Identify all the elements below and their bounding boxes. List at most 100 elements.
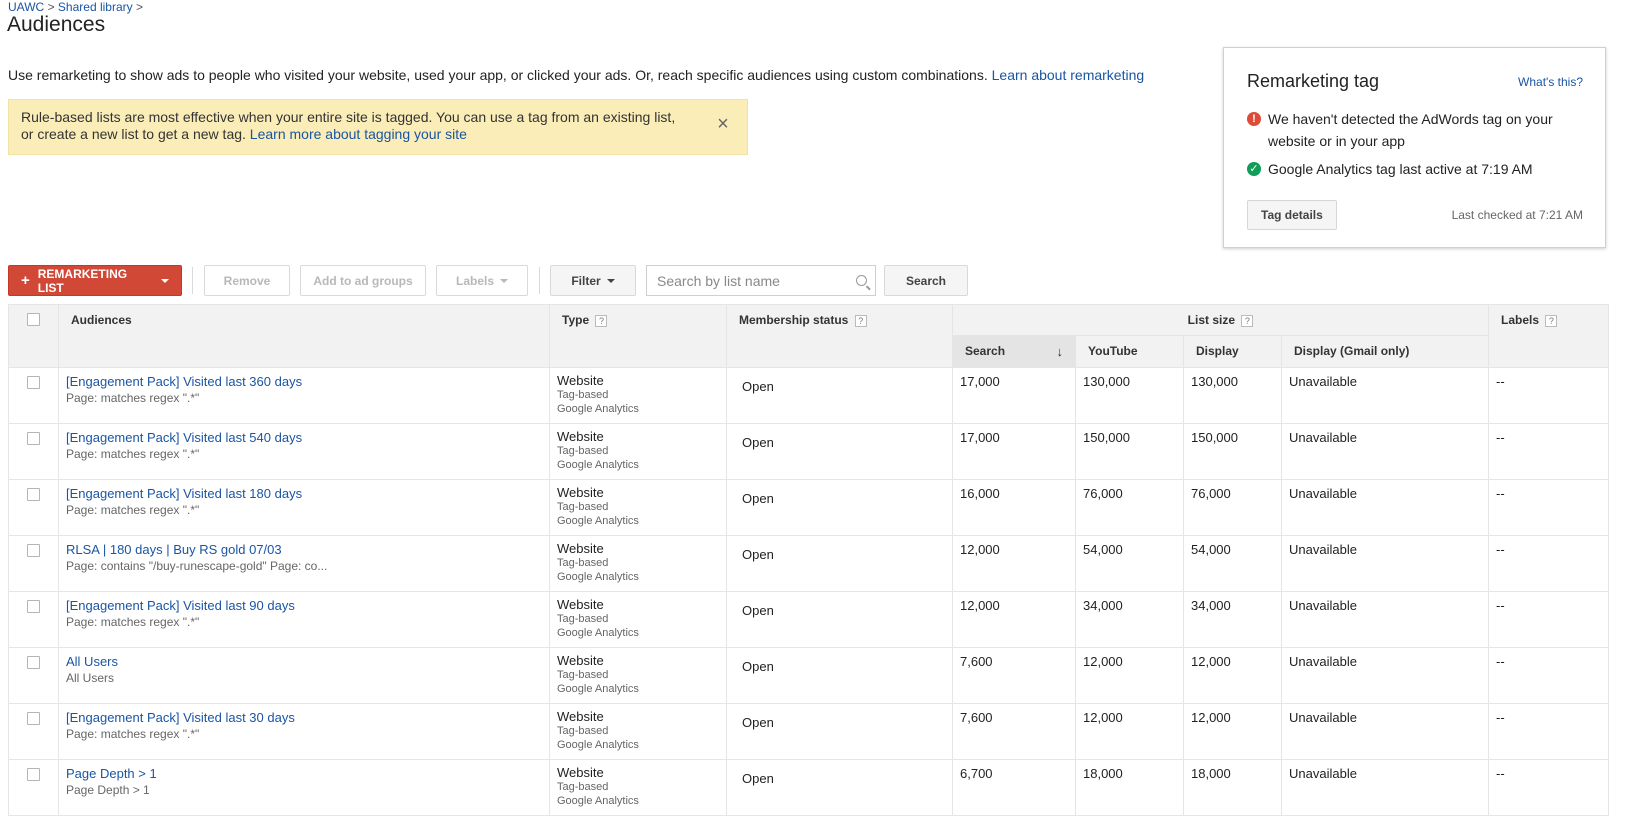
audience-rule: Page: matches regex ".*" [66,503,200,517]
table-row: [Engagement Pack] Visited last 30 days Pa… [8,703,1610,760]
toolbar: + REMARKETING LIST Remove Add to ad grou… [8,265,1008,296]
audience-cell: Page Depth > 1 Page Depth > 1 [58,759,550,816]
type-source-label: Google Analytics [557,739,639,751]
remove-button[interactable]: Remove [204,265,290,296]
intro-description: Use remarketing to show ads to people wh… [8,67,988,83]
table-row: [Engagement Pack] Visited last 90 days Pa… [8,591,1610,648]
youtube-size-cell: 34,000 [1075,591,1184,648]
select-all-checkbox[interactable] [27,313,40,326]
help-icon[interactable]: ? [1241,315,1254,327]
labels-cell: -- [1488,647,1610,704]
type-label: Website [557,709,604,724]
help-icon[interactable]: ? [1545,315,1558,327]
search-size-cell: 16,000 [952,479,1076,536]
row-checkbox[interactable] [27,544,40,557]
row-checkbox[interactable] [27,768,40,781]
search-size-cell: 7,600 [952,647,1076,704]
type-cell: Website Tag-based Google Analytics [549,423,727,480]
tag-details-button[interactable]: Tag details [1247,200,1337,230]
type-source-label: Google Analytics [557,571,639,583]
audience-cell: RLSA | 180 days | Buy RS gold 07/03 Page:… [58,535,550,592]
gmail-size-cell: Unavailable [1280,591,1490,648]
row-checkbox[interactable] [27,488,40,501]
search-size-cell: 12,000 [952,535,1076,592]
type-label: Website [557,653,604,668]
type-source-label: Google Analytics [557,459,639,471]
type-cell: Website Tag-based Google Analytics [549,535,727,592]
audience-name-link[interactable]: Page Depth > 1 [66,766,542,782]
breadcrumb-separator: > [135,0,143,14]
whats-this-link[interactable]: What's this? [1518,75,1583,89]
labels-button-label: Labels [455,273,494,288]
tag-card-title: Remarketing tag [1247,71,1380,91]
learn-more-tagging-link[interactable]: Learn more about tagging your site [250,126,467,142]
caret-down-icon [161,278,169,283]
header-list-size-label: List size [1187,313,1236,327]
row-checkbox[interactable] [27,432,40,445]
type-sub-label: Tag-based [557,725,609,737]
remarketing-tag-card: Remarketing tag What's this? ! We haven'… [1223,47,1606,248]
audience-name-link[interactable]: All Users [66,654,542,670]
header-display[interactable]: Display [1183,335,1282,368]
check-icon: ✓ [1247,162,1261,176]
youtube-size-cell: 12,000 [1075,703,1184,760]
audience-rule: Page Depth > 1 [66,783,150,797]
learn-about-remarketing-link[interactable]: Learn about remarketing [992,67,1145,83]
last-checked-text: Last checked at 7:21 AM [1451,208,1583,222]
header-audiences[interactable]: Audiences [58,304,550,368]
search-icon[interactable] [856,275,867,286]
breadcrumb: UAWC > Shared library > [8,0,143,14]
header-labels[interactable]: Labels ? [1488,304,1610,368]
table-row: Page Depth > 1 Page Depth > 1 Website Tag-b… [8,759,1610,816]
search-input[interactable] [657,272,837,289]
audience-cell: All Users All Users [58,647,550,704]
row-select-cell [8,703,59,760]
row-checkbox[interactable] [27,656,40,669]
audience-name-link[interactable]: [Engagement Pack] Visited last 360 days [66,374,542,390]
row-select-cell [8,535,59,592]
search-button[interactable]: Search [884,265,968,296]
membership-status: Open [742,659,774,674]
audience-cell: [Engagement Pack] Visited last 90 days Pa… [58,591,550,648]
labels-cell: -- [1488,703,1610,760]
help-icon[interactable]: ? [595,315,608,327]
header-type[interactable]: Type ? [549,304,727,368]
audience-name-link[interactable]: [Engagement Pack] Visited last 540 days [66,430,542,446]
remarketing-list-button[interactable]: + REMARKETING LIST [8,265,182,296]
tag-status-ok: ✓ Google Analytics tag last active at 7:… [1247,158,1533,180]
add-to-ad-groups-button[interactable]: Add to ad groups [300,265,426,296]
audience-name-link[interactable]: RLSA | 180 days | Buy RS gold 07/03 [66,542,542,558]
row-checkbox[interactable] [27,600,40,613]
membership-status: Open [742,547,774,562]
row-checkbox[interactable] [27,376,40,389]
audience-cell: [Engagement Pack] Visited last 180 days P… [58,479,550,536]
gmail-size-cell: Unavailable [1280,647,1490,704]
header-membership-status[interactable]: Membership status ? [726,304,953,368]
header-display-gmail[interactable]: Display (Gmail only) [1280,335,1490,368]
close-icon[interactable]: × [713,114,733,134]
header-youtube[interactable]: YouTube [1075,335,1184,368]
row-select-cell [8,591,59,648]
display-size-cell: 130,000 [1183,367,1282,424]
sort-down-icon: ↓ [1056,344,1064,359]
breadcrumb-library-link[interactable]: Shared library [58,0,133,14]
breadcrumb-account-link[interactable]: UAWC [8,0,44,14]
filter-button[interactable]: Filter [550,265,636,296]
type-sub-label: Tag-based [557,669,609,681]
audience-name-link[interactable]: [Engagement Pack] Visited last 30 days [66,710,542,726]
intro-text: Use remarketing to show ads to people wh… [8,67,1144,83]
table-row: [Engagement Pack] Visited last 540 days P… [8,423,1610,480]
labels-button[interactable]: Labels [436,265,528,296]
help-icon[interactable]: ? [854,315,867,327]
gmail-size-cell: Unavailable [1280,423,1490,480]
display-size-cell: 12,000 [1183,703,1282,760]
breadcrumb-separator: > [47,0,55,14]
gmail-size-cell: Unavailable [1280,479,1490,536]
search-size-cell: 7,600 [952,703,1076,760]
audience-name-link[interactable]: [Engagement Pack] Visited last 180 days [66,486,542,502]
audiences-table: Audiences Type ? Membership status ? Lis… [8,304,1610,816]
audience-rule: All Users [66,671,115,685]
header-search[interactable]: Search ↓ [952,335,1076,368]
audience-name-link[interactable]: [Engagement Pack] Visited last 90 days [66,598,542,614]
row-checkbox[interactable] [27,712,40,725]
